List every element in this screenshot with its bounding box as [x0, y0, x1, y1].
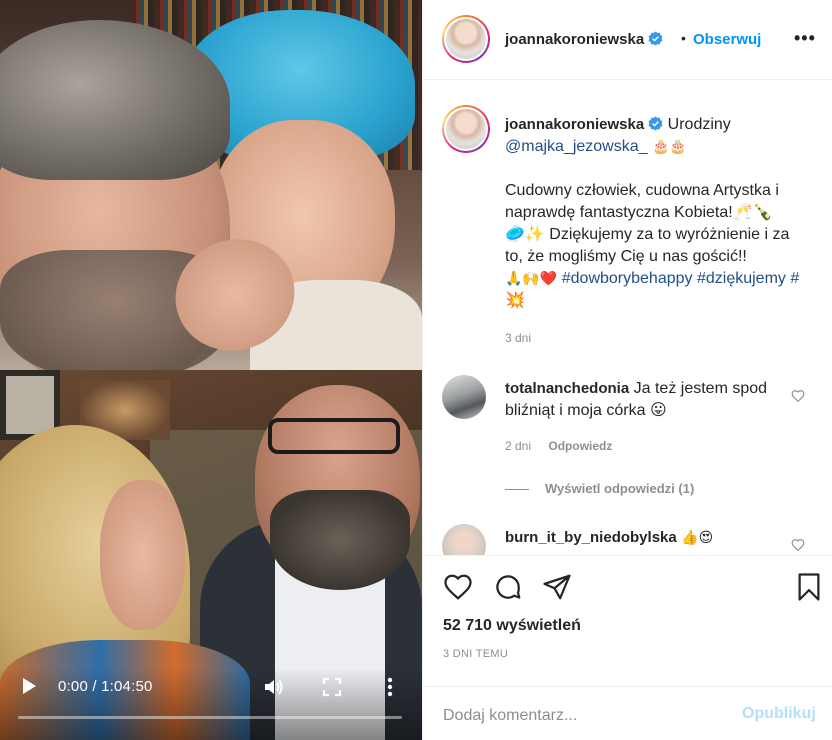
post-header: joannakoroniewska • Obserwuj ••• — [423, 0, 832, 80]
follow-button[interactable]: Obserwuj — [693, 31, 761, 48]
caption-line1: Urodziny — [667, 116, 731, 133]
post-caption: joannakoroniewska Urodziny @majka_jezows… — [505, 114, 805, 312]
bookmark-icon[interactable] — [794, 572, 824, 602]
more-horizontal-icon[interactable]: ••• — [794, 28, 816, 49]
caption-avatar[interactable] — [442, 105, 490, 153]
post-actions: 52 710 wyświetleń 3 DNI TEMU Opublikuj — [423, 555, 832, 740]
share-icon[interactable] — [542, 572, 572, 602]
caption-mention-emoji: 🎂🎂 — [651, 139, 687, 155]
comment-avatar[interactable] — [442, 524, 486, 555]
comment-username[interactable]: totalnanchedonia — [505, 380, 629, 397]
view-count[interactable]: 52 710 wyświetleń — [443, 617, 581, 635]
comment-meta: 2 dni Odpowiedz — [505, 439, 612, 453]
heart-icon[interactable] — [443, 572, 473, 602]
heart-icon[interactable] — [791, 538, 805, 552]
video-player[interactable]: 0:00 / 1:04:50 — [0, 0, 422, 740]
caption-para1: Cudowny człowiek, cudowna Artystka i nap… — [505, 182, 779, 221]
verified-icon — [648, 116, 663, 131]
caption-timestamp[interactable]: 3 dni — [505, 331, 531, 345]
comment-icon[interactable] — [493, 572, 523, 602]
caption-mention[interactable]: @majka_jezowska_ — [505, 138, 648, 155]
video-frame-top — [0, 0, 422, 385]
more-vertical-icon[interactable] — [385, 676, 395, 698]
hashtag-link[interactable]: #dziękujemy — [697, 270, 786, 287]
separator-dot: • — [681, 30, 686, 46]
reply-button[interactable]: Odpowiedz — [548, 439, 612, 453]
comments-section[interactable]: joannakoroniewska Urodziny @majka_jezows… — [423, 81, 832, 555]
comment-item: burn_it_by_niedobylska 👍😍 — [505, 527, 795, 549]
header-username[interactable]: joannakoroniewska — [505, 31, 644, 48]
comment-avatar[interactable] — [442, 375, 486, 419]
verified-icon — [648, 31, 663, 46]
publish-button[interactable]: Opublikuj — [742, 705, 816, 723]
avatar[interactable] — [442, 15, 490, 63]
caption-para2: 🥏✨ Dziękujemy za to wyróżnienie i za to,… — [505, 226, 790, 265]
view-replies-button[interactable]: Wyświetl odpowiedzi (1) — [505, 481, 694, 496]
add-comment-bar: Opublikuj — [423, 686, 832, 740]
caption-username[interactable]: joannakoroniewska — [505, 116, 644, 133]
hashtag-link[interactable]: #dowborybehappy — [562, 270, 693, 287]
instagram-post: 0:00 / 1:04:50 joannakoroniewska • Obser… — [0, 0, 832, 740]
comment-username[interactable]: burn_it_by_niedobylska — [505, 529, 677, 546]
play-icon[interactable] — [20, 676, 38, 696]
heart-icon[interactable] — [791, 389, 805, 403]
caption-para3-emoji: 🙏🙌❤️ — [505, 271, 558, 287]
comment-item: totalnanchedonia Ja też jestem spod bliź… — [505, 378, 795, 422]
comment-time[interactable]: 2 dni — [505, 439, 531, 453]
video-progress-bar[interactable] — [18, 716, 402, 719]
comment-input[interactable] — [443, 705, 733, 727]
comment-text: 👍😍 — [681, 530, 714, 546]
post-panel: joannakoroniewska • Obserwuj ••• joannak… — [422, 0, 832, 740]
divider — [505, 489, 529, 491]
volume-icon[interactable] — [262, 676, 284, 698]
video-time: 0:00 / 1:04:50 — [58, 678, 153, 695]
view-replies-label: Wyświetl odpowiedzi (1) — [545, 481, 695, 496]
fullscreen-icon[interactable] — [322, 677, 342, 697]
post-date[interactable]: 3 DNI TEMU — [443, 648, 508, 660]
